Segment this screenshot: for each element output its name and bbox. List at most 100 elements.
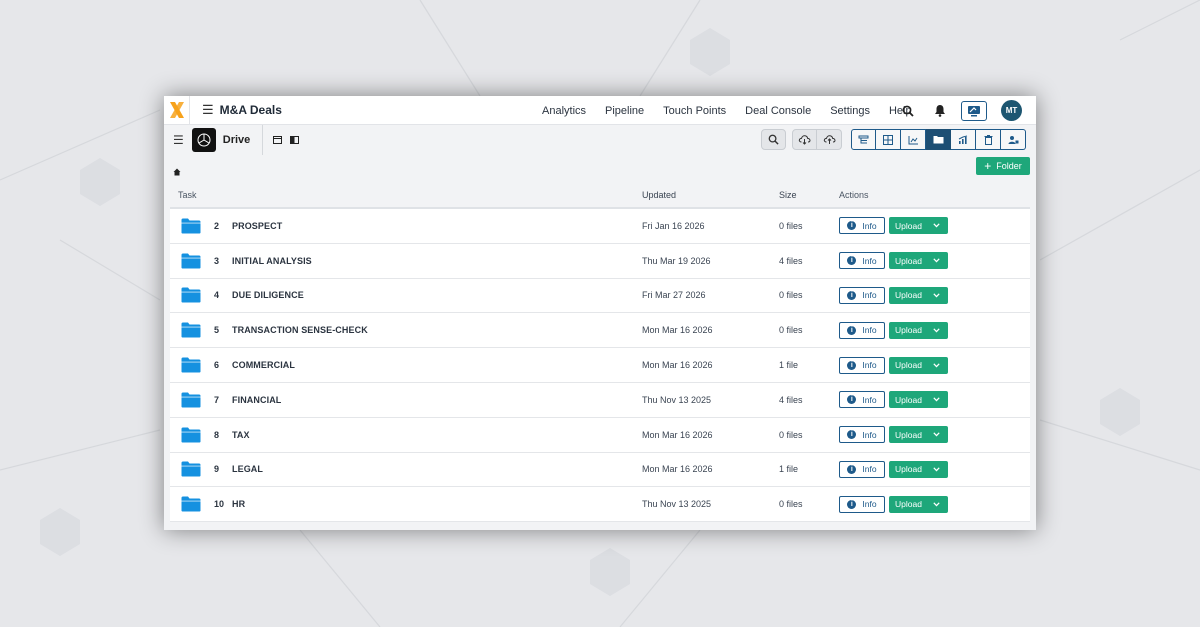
upload-button[interactable]: Upload xyxy=(889,391,948,409)
actions-cell: i Info Upload xyxy=(839,495,948,513)
upload-button[interactable]: Upload xyxy=(889,495,948,513)
col-task-header[interactable]: Task xyxy=(170,190,642,200)
info-label: Info xyxy=(862,325,877,336)
nav-pipeline[interactable]: Pipeline xyxy=(605,105,644,117)
size-cell: 1 file xyxy=(779,464,799,475)
user-avatar[interactable]: MT xyxy=(1001,100,1022,121)
upload-label: Upload xyxy=(895,290,922,301)
grid-view-icon[interactable] xyxy=(876,129,901,150)
table-row[interactable]: 8 TAX Mon Mar 16 2026 0 files i Info Upl… xyxy=(170,418,1030,453)
drive-title: Drive xyxy=(223,125,264,155)
info-button[interactable]: i Info xyxy=(839,391,885,409)
col-updated-header[interactable]: Updated xyxy=(642,190,779,200)
info-button[interactable]: i Info xyxy=(839,217,885,235)
folder-icon xyxy=(181,357,201,373)
task-name[interactable]: FINANCIAL xyxy=(232,395,281,405)
split-view-icon[interactable] xyxy=(290,131,300,149)
chevron-down-icon xyxy=(933,293,940,298)
updated-cell: Thu Nov 13 2025 xyxy=(642,499,712,510)
size-cell: 0 files xyxy=(779,429,803,440)
top-navigation-bar: ☰ M&A Deals Analytics Pipeline Touch Poi… xyxy=(164,96,1036,125)
nav-deal-console[interactable]: Deal Console xyxy=(745,105,811,117)
view-mode-group xyxy=(851,129,1026,150)
info-button[interactable]: i Info xyxy=(839,252,885,270)
upload-label: Upload xyxy=(895,360,922,371)
upload-button[interactable]: Upload xyxy=(889,460,948,478)
user-permissions-icon[interactable] xyxy=(1001,129,1026,150)
hamburger-menu-icon[interactable]: ☰ xyxy=(202,102,214,118)
task-number: 10 xyxy=(214,499,225,510)
folder-view-icon[interactable] xyxy=(926,129,951,150)
task-cell: 5 TRANSACTION SENSE-CHECK xyxy=(170,322,642,338)
col-size-header[interactable]: Size xyxy=(779,190,839,200)
tree-view-icon[interactable] xyxy=(851,129,876,150)
app-window: ☰ M&A Deals Analytics Pipeline Touch Poi… xyxy=(164,96,1036,530)
info-icon: i xyxy=(847,360,857,370)
info-label: Info xyxy=(862,290,877,301)
home-icon[interactable] xyxy=(173,163,181,181)
analytics-view-icon[interactable] xyxy=(951,129,976,150)
single-column-view-icon[interactable] xyxy=(273,131,283,149)
info-button[interactable]: i Info xyxy=(839,286,885,304)
upload-button[interactable]: Upload xyxy=(889,252,948,270)
task-name[interactable]: PROSPECT xyxy=(232,221,282,231)
table-row[interactable]: 9 LEGAL Mon Mar 16 2026 1 file i Info Up… xyxy=(170,453,1030,488)
search-icon[interactable] xyxy=(901,104,915,118)
chevron-down-icon xyxy=(933,397,940,402)
upload-button[interactable]: Upload xyxy=(889,426,948,444)
nav-analytics[interactable]: Analytics xyxy=(542,105,586,117)
nav-settings[interactable]: Settings xyxy=(830,105,870,117)
task-name[interactable]: DUE DILIGENCE xyxy=(232,290,304,300)
upload-button[interactable]: Upload xyxy=(889,356,948,374)
table-row[interactable]: 3 INITIAL ANALYSIS Thu Mar 19 2026 4 fil… xyxy=(170,244,1030,279)
info-button[interactable]: i Info xyxy=(839,460,885,478)
task-name[interactable]: COMMERCIAL xyxy=(232,360,295,370)
folder-icon xyxy=(181,253,201,269)
sidebar-toggle-icon[interactable]: ☰ xyxy=(173,133,184,147)
view-toggle-group xyxy=(273,131,300,149)
chart-view-icon[interactable] xyxy=(901,129,926,150)
cloud-upload-icon[interactable] xyxy=(817,129,842,150)
task-cell: 10 HR xyxy=(170,496,642,512)
actions-cell: i Info Upload xyxy=(839,286,948,304)
actions-cell: i Info Upload xyxy=(839,321,948,339)
task-name[interactable]: LEGAL xyxy=(232,464,263,474)
table-row[interactable]: 2 PROSPECT Fri Jan 16 2026 0 files i Inf… xyxy=(170,209,1030,244)
table-row[interactable]: 6 COMMERCIAL Mon Mar 16 2026 1 file i In… xyxy=(170,348,1030,383)
info-button[interactable]: i Info xyxy=(839,321,885,339)
task-name[interactable]: HR xyxy=(232,499,245,509)
task-name[interactable]: TRANSACTION SENSE-CHECK xyxy=(232,325,368,335)
table-row[interactable]: 4 DUE DILIGENCE Fri Mar 27 2026 0 files … xyxy=(170,279,1030,314)
upload-button[interactable]: Upload xyxy=(889,286,948,304)
upload-label: Upload xyxy=(895,220,922,231)
deal-switch-button[interactable] xyxy=(961,100,987,121)
bell-icon[interactable] xyxy=(933,104,947,118)
cloud-download-icon[interactable] xyxy=(792,129,817,150)
add-folder-button[interactable]: + Folder xyxy=(976,157,1030,175)
task-name[interactable]: TAX xyxy=(232,430,250,440)
info-button[interactable]: i Info xyxy=(839,356,885,374)
info-button[interactable]: i Info xyxy=(839,495,885,513)
task-cell: 6 COMMERCIAL xyxy=(170,357,642,373)
task-name[interactable]: INITIAL ANALYSIS xyxy=(232,256,312,266)
info-button[interactable]: i Info xyxy=(839,426,885,444)
task-cell: 7 FINANCIAL xyxy=(170,392,642,408)
drive-search-button[interactable] xyxy=(761,129,786,150)
table-row[interactable]: 10 HR Thu Nov 13 2025 0 files i Info Upl… xyxy=(170,487,1030,523)
updated-cell: Thu Mar 19 2026 xyxy=(642,255,711,266)
table-row[interactable]: 7 FINANCIAL Thu Nov 13 2025 4 files i In… xyxy=(170,383,1030,418)
task-number: 8 xyxy=(214,429,220,440)
x-logo-icon[interactable] xyxy=(164,96,190,125)
upload-button[interactable]: Upload xyxy=(889,321,948,339)
info-label: Info xyxy=(862,499,877,510)
nav-touch-points[interactable]: Touch Points xyxy=(663,105,726,117)
info-icon: i xyxy=(847,395,857,405)
table-row[interactable]: 5 TRANSACTION SENSE-CHECK Mon Mar 16 202… xyxy=(170,313,1030,349)
upload-button[interactable]: Upload xyxy=(889,217,948,235)
folder-icon xyxy=(181,392,201,408)
table-body: 2 PROSPECT Fri Jan 16 2026 0 files i Inf… xyxy=(170,209,1030,523)
info-label: Info xyxy=(862,360,877,371)
folder-icon xyxy=(181,496,201,512)
drive-toolbar: ☰ Drive xyxy=(164,125,1036,155)
trash-icon[interactable] xyxy=(976,129,1001,150)
